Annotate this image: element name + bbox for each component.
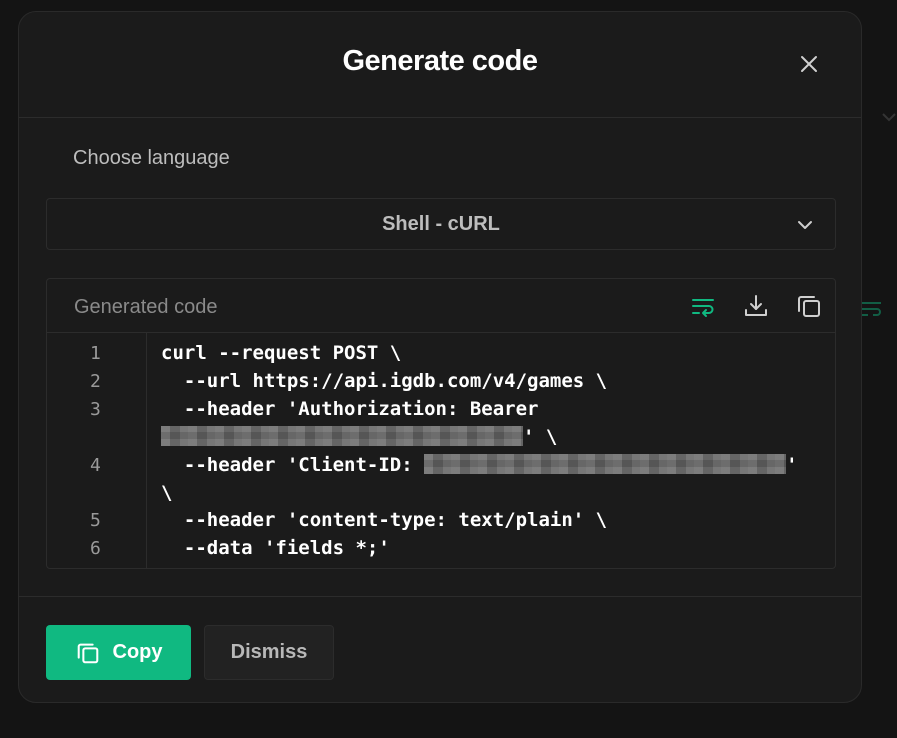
language-select-value: Shell - cURL	[382, 213, 500, 235]
language-select[interactable]: Shell - cURL	[46, 198, 836, 250]
copy-button-label: Copy	[112, 641, 163, 663]
choose-language-label: Choose language	[73, 147, 230, 169]
dismiss-button-label: Dismiss	[230, 641, 308, 663]
modal-footer: Copy Dismiss	[19, 596, 861, 702]
code-line: --header 'Client-ID: '	[161, 454, 798, 476]
wrap-lines-button[interactable]	[689, 292, 717, 320]
redacted-token	[161, 426, 523, 446]
background-chevron-down-icon	[882, 113, 896, 122]
dismiss-button[interactable]: Dismiss	[204, 625, 334, 680]
copy-code-button[interactable]	[795, 292, 823, 320]
line-number: 5	[90, 510, 101, 531]
copy-icon	[77, 643, 98, 663]
modal-title: Generate code	[342, 45, 538, 77]
chevron-down-icon	[798, 221, 812, 229]
line-number-gutter: 1 2 3 4 5 6	[47, 333, 147, 568]
generate-code-modal: Generate code Choose language Shell - cU…	[18, 11, 862, 703]
download-button[interactable]	[742, 292, 770, 320]
code-panel-header: Generated code	[47, 279, 835, 333]
code-line: curl --request POST \	[161, 342, 402, 364]
close-icon	[801, 56, 817, 72]
download-icon	[745, 295, 767, 316]
line-number: 4	[90, 455, 101, 476]
code-line: --header 'Authorization: Bearer	[161, 398, 539, 420]
close-button[interactable]	[795, 50, 823, 78]
code-line: ' \	[161, 423, 557, 451]
redacted-client-id	[424, 454, 787, 474]
line-number: 2	[90, 371, 101, 392]
generated-code-title: Generated code	[74, 296, 218, 318]
wrap-lines-icon	[692, 299, 714, 317]
line-number: 6	[90, 538, 101, 559]
line-number: 1	[90, 343, 101, 364]
code-line: \	[161, 482, 173, 504]
code-line: --url https://api.igdb.com/v4/games \	[161, 370, 608, 392]
code-line: --header 'content-type: text/plain' \	[161, 509, 608, 531]
copy-icon	[798, 296, 820, 317]
copy-button[interactable]: Copy	[46, 625, 191, 680]
code-line: --data 'fields *;'	[161, 537, 390, 559]
line-number: 3	[90, 399, 101, 420]
modal-header: Generate code	[19, 12, 861, 118]
code-block[interactable]: curl --request POST \ --url https://api.…	[161, 333, 835, 568]
generated-code-panel: Generated code 1 2 3 4 5 6 curl --reques…	[46, 278, 836, 569]
